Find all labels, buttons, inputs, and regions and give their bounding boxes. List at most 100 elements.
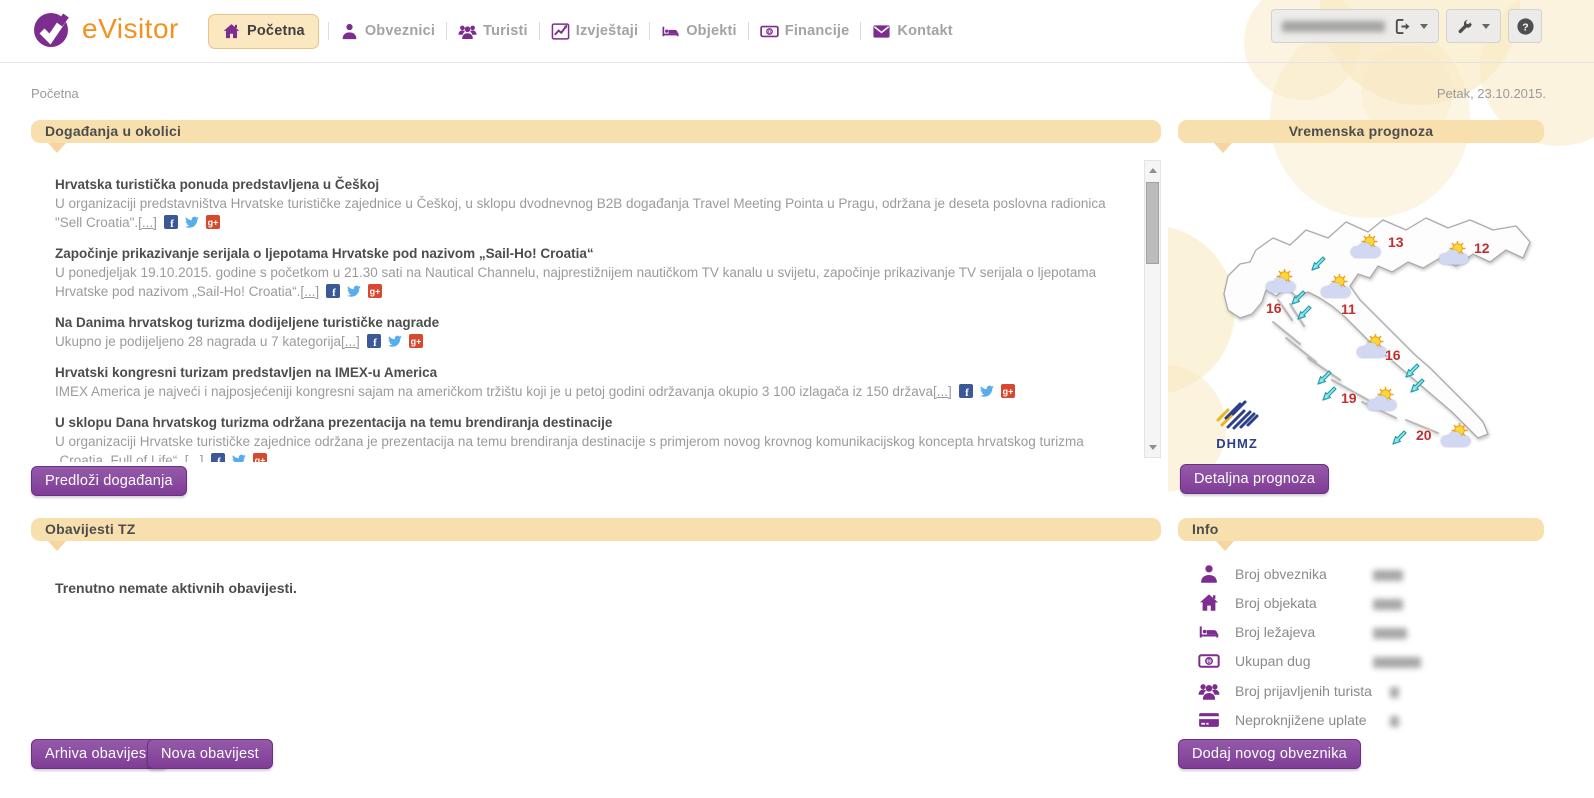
info-value-blurred <box>1390 716 1399 727</box>
evisitor-logo[interactable]: eVisitor <box>30 7 179 51</box>
info-row-label: Neproknjižene uplate <box>1235 712 1367 728</box>
add-new-obligor-button[interactable]: Dodaj novog obveznika <box>1178 739 1361 769</box>
info-value-blurred <box>1390 687 1399 698</box>
help-icon: ? <box>1516 17 1535 36</box>
facebook-icon[interactable] <box>211 453 225 462</box>
info-row-label: Broj objekata <box>1235 595 1317 611</box>
nav-item-financije[interactable]: Financije <box>758 22 852 41</box>
tools-menu-button[interactable] <box>1446 9 1501 43</box>
news-item-body: U ponedjeljak 19.10.2015. godine s počet… <box>55 263 1130 301</box>
news-more-link[interactable]: [...] <box>341 334 360 349</box>
temperature-label: 13 <box>1388 234 1404 250</box>
new-notice-button[interactable]: Nova obavijest <box>147 739 273 769</box>
credit-card-icon <box>1198 709 1220 731</box>
scrollbar-thumb[interactable] <box>1146 182 1159 264</box>
user-menu-button[interactable] <box>1271 9 1439 43</box>
username-blurred <box>1282 21 1385 32</box>
main-nav: Početna Obveznici Turisti Izvještaji <box>208 9 955 53</box>
dhmz-stripes-icon <box>1213 396 1261 430</box>
news-more-link[interactable]: [...] <box>138 215 157 230</box>
logout-icon <box>1393 17 1412 36</box>
wind-arrow-icon <box>1389 428 1409 448</box>
wind-arrow-icon <box>1407 376 1427 396</box>
weather-panel-header: Vremenska prognoza <box>1178 120 1544 143</box>
temperature-label: 20 <box>1416 427 1432 443</box>
brand-name: eVisitor <box>82 13 179 45</box>
info-row: Ukupan dug <box>1178 650 1544 676</box>
facebook-icon[interactable] <box>959 384 973 398</box>
sun-cloud-icon <box>1436 240 1472 266</box>
googleplus-icon[interactable] <box>206 215 220 229</box>
news-item-text: U ponedjeljak 19.10.2015. godine s počet… <box>55 265 1096 299</box>
news-more-link[interactable]: [...] <box>185 453 204 462</box>
nav-item-objekti[interactable]: Objekti <box>659 22 739 41</box>
bed-icon <box>1198 621 1220 643</box>
news-item-body: Ukupno je podijeljeno 28 nagrada u 7 kat… <box>55 332 1130 351</box>
googleplus-icon[interactable] <box>409 334 423 348</box>
events-scrollbar[interactable] <box>1144 160 1161 458</box>
nav-label: Početna <box>247 23 305 39</box>
nav-item-kontakt[interactable]: Kontakt <box>870 22 954 41</box>
googleplus-icon[interactable] <box>253 453 267 462</box>
chevron-down-icon <box>1420 24 1428 29</box>
top-header: eVisitor Početna Obveznici Turisti <box>0 0 1594 62</box>
nav-separator <box>446 22 447 40</box>
logo-check-icon <box>30 7 74 51</box>
nav-item-izvjestaji[interactable]: Izvještaji <box>549 22 640 41</box>
news-more-link[interactable]: [...] <box>933 384 952 399</box>
envelope-icon <box>872 22 891 41</box>
news-item-title: Hrvatski kongresni turizam predstavljen … <box>55 363 1130 382</box>
topbar-controls: ? <box>1271 9 1542 43</box>
scroll-up-button[interactable] <box>1145 163 1160 178</box>
news-item-body: IMEX America je najveći i najposjećeniji… <box>55 382 1130 401</box>
evisitor-home-page: eVisitor Početna Obveznici Turisti <box>0 0 1594 798</box>
nav-label: Financije <box>785 23 850 39</box>
bed-icon <box>661 22 680 41</box>
news-item-text: Ukupno je podijeljeno 28 nagrada u 7 kat… <box>55 334 341 349</box>
info-row-label: Broj prijavljenih turista <box>1235 683 1372 699</box>
facebook-icon[interactable] <box>164 215 178 229</box>
info-row: Broj obveznika <box>1178 563 1544 589</box>
notices-panel-header: Obavijesti TZ <box>31 518 1161 541</box>
twitter-icon[interactable] <box>388 334 402 348</box>
home-icon <box>222 22 241 41</box>
info-row: Broj prijavljenih turista <box>1178 680 1544 706</box>
dhmz-logo: DHMZ <box>1206 396 1268 451</box>
wind-arrow-icon <box>1319 384 1339 404</box>
twitter-icon[interactable] <box>185 215 199 229</box>
twitter-icon[interactable] <box>232 453 246 462</box>
chart-icon <box>551 22 570 41</box>
notices-panel-pointer <box>48 541 66 551</box>
banknote-icon <box>1198 650 1220 672</box>
nav-item-pocetna[interactable]: Početna <box>208 14 319 49</box>
info-value-blurred <box>1373 599 1403 610</box>
info-value-blurred <box>1373 628 1407 639</box>
googleplus-icon[interactable] <box>1001 384 1015 398</box>
info-row-label: Broj obveznika <box>1235 566 1327 582</box>
news-item-title: Započinje prikazivanje serijala o ljepot… <box>55 244 1130 263</box>
googleplus-icon[interactable] <box>368 284 382 298</box>
events-list: Hrvatska turistička ponuda predstavljena… <box>55 175 1130 462</box>
temperature-label: 16 <box>1385 347 1401 363</box>
facebook-icon[interactable] <box>326 284 340 298</box>
twitter-icon[interactable] <box>980 384 994 398</box>
facebook-icon[interactable] <box>367 334 381 348</box>
scroll-down-button[interactable] <box>1145 440 1160 455</box>
banknote-icon <box>760 22 779 41</box>
news-item-title: U sklopu Dana hrvatskog turizma održana … <box>55 413 1130 432</box>
news-more-link[interactable]: [...] <box>300 284 319 299</box>
temperature-label: 11 <box>1341 301 1356 317</box>
detailed-forecast-button[interactable]: Detaljna prognoza <box>1180 464 1329 494</box>
weather-map: 13 12 16 11 16 19 20 <box>1178 150 1544 460</box>
nav-separator <box>649 22 650 40</box>
nav-separator <box>539 22 540 40</box>
news-item: U sklopu Dana hrvatskog turizma održana … <box>55 413 1130 462</box>
info-row: Broj ležajeva <box>1178 621 1544 647</box>
svg-text:?: ? <box>1522 22 1528 33</box>
nav-item-turisti[interactable]: Turisti <box>456 22 530 41</box>
nav-item-obveznici[interactable]: Obveznici <box>338 22 437 41</box>
temperature-label: 16 <box>1266 300 1282 316</box>
suggest-events-button[interactable]: Predloži događanja <box>31 466 187 496</box>
twitter-icon[interactable] <box>347 284 361 298</box>
help-button[interactable]: ? <box>1508 9 1542 43</box>
